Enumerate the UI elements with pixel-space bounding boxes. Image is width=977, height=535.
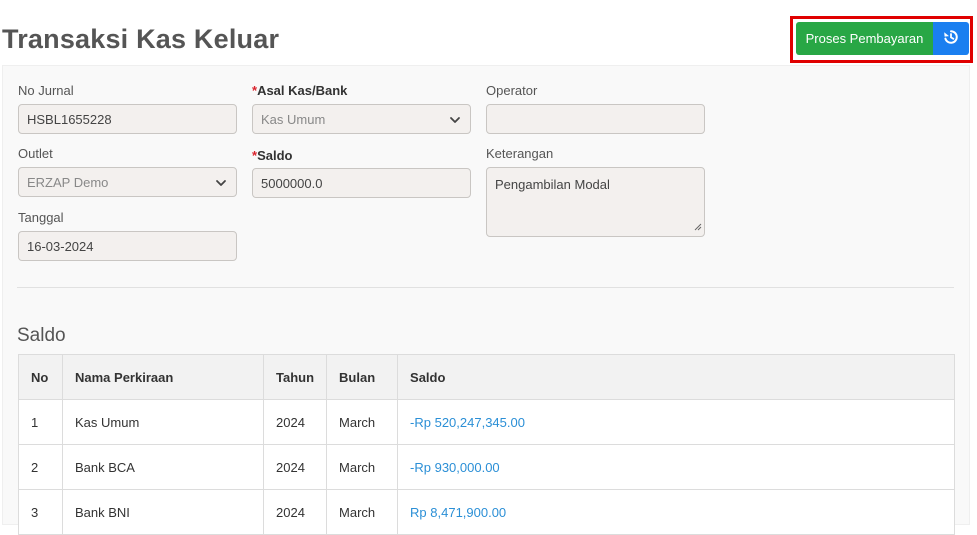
- page-title: Transaksi Kas Keluar: [2, 24, 280, 54]
- asal-kas-value: Kas Umum: [261, 111, 326, 127]
- saldo-value: 5000000.0: [261, 175, 323, 191]
- operator-field[interactable]: [486, 104, 705, 134]
- tanggal-field[interactable]: 16-03-2024: [18, 231, 237, 261]
- column-header-bulan: Bulan: [326, 354, 399, 400]
- operator-label: Operator: [486, 83, 538, 98]
- saldo-section-title: Saldo: [17, 325, 66, 346]
- saldo-label-text: Saldo: [257, 148, 293, 163]
- outlet-select[interactable]: ERZAP Demo: [18, 167, 237, 197]
- chevron-down-icon: [215, 177, 227, 192]
- saldo-table: No Nama Perkiraan Tahun Bulan Saldo 1 Ka…: [18, 354, 955, 535]
- cell-saldo: -Rp 930,000.00: [397, 444, 955, 490]
- action-button-group: Proses Pembayaran: [790, 16, 973, 63]
- cell-saldo: -Rp 520,247,345.00: [397, 399, 955, 445]
- cell-tahun: 2024: [262, 489, 328, 535]
- column-header-nama-perkiraan: Nama Perkiraan: [62, 354, 264, 400]
- table-row: 1 Kas Umum 2024 March -Rp 520,247,345.00: [18, 399, 955, 445]
- cell-nama: Bank BCA: [62, 444, 264, 490]
- cell-tahun: 2024: [262, 444, 328, 490]
- history-back-icon: [943, 29, 959, 48]
- outlet-value: ERZAP Demo: [27, 174, 109, 190]
- column-header-no: No: [18, 354, 63, 400]
- cell-nama: Kas Umum: [62, 399, 264, 445]
- cell-no: 1: [18, 399, 63, 445]
- keterangan-textarea[interactable]: Pengambilan Modal: [486, 167, 705, 237]
- section-divider: [17, 287, 954, 288]
- tanggal-label: Tanggal: [18, 210, 64, 225]
- column-header-tahun: Tahun: [262, 354, 328, 400]
- table-row: 3 Bank BNI 2024 March Rp 8,471,900.00: [18, 489, 955, 535]
- cell-tahun: 2024: [262, 399, 328, 445]
- cell-bulan: March: [326, 444, 399, 490]
- table-header-row: No Nama Perkiraan Tahun Bulan Saldo: [18, 354, 955, 400]
- keterangan-label: Keterangan: [486, 146, 554, 161]
- no-jurnal-field[interactable]: HSBL1655228: [18, 104, 237, 134]
- cell-bulan: March: [326, 399, 399, 445]
- no-jurnal-value: HSBL1655228: [27, 111, 112, 127]
- saldo-field[interactable]: 5000000.0: [252, 168, 471, 198]
- cell-no: 3: [18, 489, 63, 535]
- chevron-down-icon: [449, 114, 461, 129]
- cell-bulan: March: [326, 489, 399, 535]
- no-jurnal-label: No Jurnal: [18, 83, 74, 98]
- cell-no: 2: [18, 444, 63, 490]
- column-header-saldo: Saldo: [397, 354, 955, 400]
- proses-pembayaran-button[interactable]: Proses Pembayaran: [796, 22, 933, 55]
- asal-kas-label-text: Asal Kas/Bank: [257, 83, 348, 98]
- keterangan-value: Pengambilan Modal: [495, 177, 610, 192]
- cell-nama: Bank BNI: [62, 489, 264, 535]
- outlet-label: Outlet: [18, 146, 53, 161]
- asal-kas-label: *Asal Kas/Bank: [252, 83, 347, 98]
- resize-handle-icon[interactable]: [694, 219, 702, 234]
- history-back-button[interactable]: [933, 22, 969, 55]
- cell-saldo: Rp 8,471,900.00: [397, 489, 955, 535]
- asal-kas-select[interactable]: Kas Umum: [252, 104, 471, 134]
- table-row: 2 Bank BCA 2024 March -Rp 930,000.00: [18, 444, 955, 490]
- tanggal-value: 16-03-2024: [27, 238, 94, 254]
- saldo-label: *Saldo: [252, 148, 292, 163]
